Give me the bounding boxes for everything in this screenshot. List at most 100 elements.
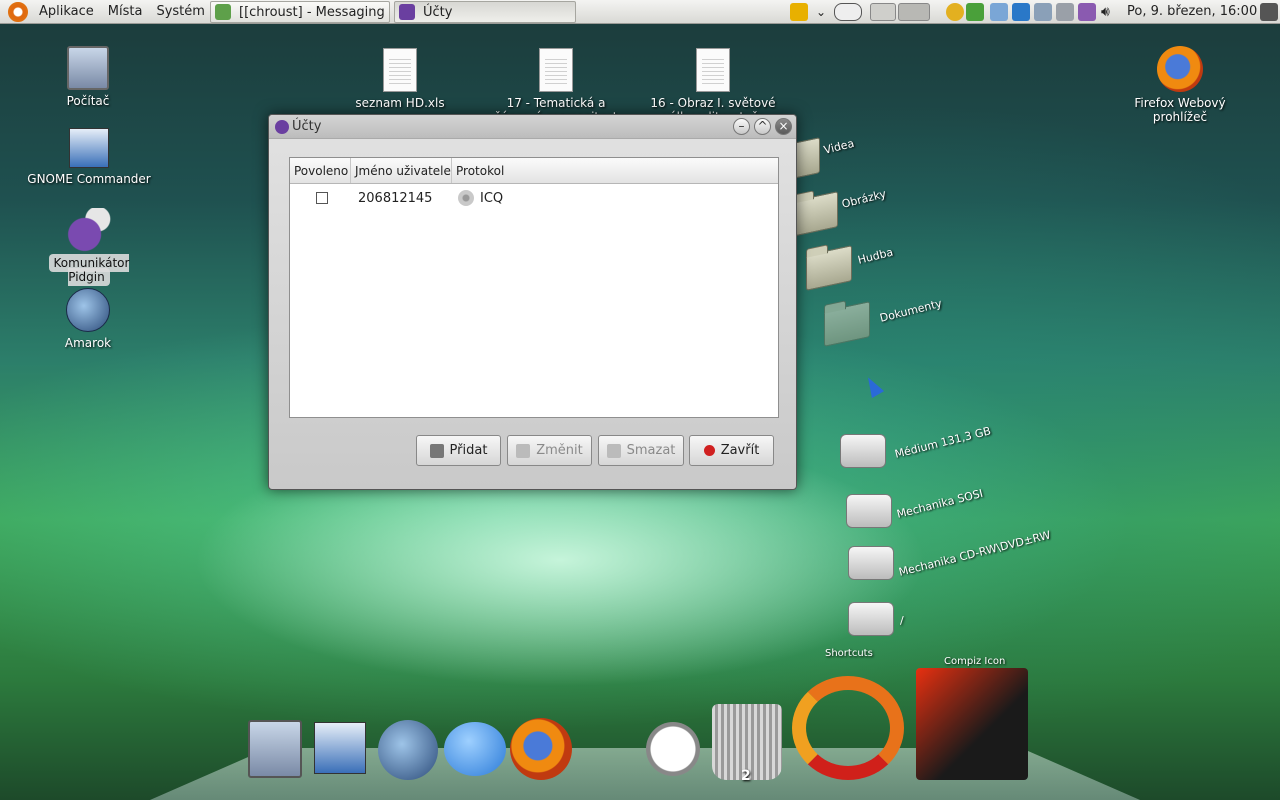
close-button-label: Zavřít — [720, 443, 760, 458]
amarok-icon — [66, 288, 110, 332]
desktop-icon-firefox[interactable]: Firefox Webový prohlížeč — [1130, 46, 1230, 124]
protocol-cell: ICQ — [480, 190, 504, 206]
desktop-icon-amarok[interactable]: Amarok — [58, 288, 118, 350]
add-button-label: Přidat — [449, 443, 488, 458]
folder-label-documents: Dokumenty — [878, 296, 944, 325]
workspace-1[interactable] — [870, 3, 896, 21]
folder-label-music: Hudba — [856, 245, 895, 267]
top-panel: Aplikace Místa Systém [[chroust] - Messa… — [0, 0, 1280, 24]
desktop-icon-label: Komunikátor Pidgin — [48, 254, 130, 286]
drive-label-medium: Médium 131,3 GB — [893, 424, 993, 461]
computer-icon — [67, 46, 109, 90]
desktop-icon-label: Firefox Webový prohlížeč — [1134, 96, 1226, 124]
document-icon — [539, 48, 573, 92]
download-icon[interactable] — [990, 3, 1008, 21]
network-icon[interactable] — [1012, 3, 1030, 21]
menu-applications[interactable]: Aplikace — [36, 4, 97, 19]
desktop-icon-label: Počítač — [66, 94, 110, 108]
power-icon[interactable] — [790, 3, 808, 21]
dock-compiz-icon[interactable] — [916, 668, 1028, 780]
desktop-file-label: seznam HD.xls — [355, 96, 445, 110]
folder-icon-music[interactable] — [806, 245, 852, 291]
chat-icon — [215, 4, 231, 20]
folder-icon-documents[interactable] — [824, 301, 870, 347]
file-manager-icon — [69, 128, 109, 168]
dock-file-manager-icon[interactable] — [314, 722, 366, 774]
workspace-2[interactable] — [898, 3, 930, 21]
drive-label-cdrom: Mechanika CD-RW\DVD±RW — [897, 528, 1052, 579]
column-header-protocol[interactable]: Protokol — [452, 158, 778, 183]
desktop-icon-gnome-commander[interactable]: GNOME Commander — [26, 128, 152, 186]
taskbar-item-accounts[interactable]: Účty — [394, 1, 576, 23]
drive-icon-cdrom[interactable] — [848, 546, 894, 580]
drive-icon-sosi[interactable] — [846, 494, 892, 528]
firefox-icon — [1157, 46, 1203, 92]
dock-video-chat-icon[interactable] — [444, 722, 506, 776]
monitor-icon[interactable] — [1034, 3, 1052, 21]
eyes-icon — [834, 3, 862, 21]
drive-label-root: / — [900, 614, 904, 627]
pidgin-icon — [67, 208, 111, 252]
column-header-enabled[interactable]: Povoleno — [290, 158, 351, 183]
maximize-button[interactable]: ^ — [754, 118, 771, 135]
add-button[interactable]: Přidat — [416, 435, 501, 466]
desktop-icon-label: Amarok — [64, 336, 112, 350]
taskbar-item-label: Účty — [423, 4, 453, 20]
column-header-username[interactable]: Jméno uživatele — [351, 158, 452, 183]
window-title: Účty — [292, 119, 322, 134]
desktop-icon-computer[interactable]: Počítač — [58, 46, 118, 108]
table-row[interactable]: 206812145 ICQ — [290, 184, 778, 212]
pidgin-tray-icon[interactable] — [966, 3, 984, 21]
username-cell: 206812145 — [358, 190, 433, 206]
drive-icon-medium[interactable] — [840, 434, 886, 468]
printer-icon[interactable] — [1056, 3, 1074, 21]
pidgin-icon — [275, 120, 289, 134]
compiz-icon-label: Compiz Icon — [944, 656, 1006, 667]
list-header: Povoleno Jméno uživatele Protokol — [290, 158, 778, 184]
desktop-file-doc-16[interactable]: 16 - Obraz I. světové války v literatuře — [648, 48, 778, 114]
menu-system[interactable]: Systém — [153, 4, 207, 19]
dock-amarok-icon[interactable] — [378, 720, 438, 780]
accounts-list[interactable]: Povoleno Jméno uživatele Protokol 206812… — [289, 157, 779, 418]
stop-icon — [703, 445, 715, 456]
desktop-file-label: 17 - Tematická a žánrová rozmanitost mez… — [495, 96, 618, 114]
trash-count-badge: 2 — [741, 768, 751, 784]
clock[interactable]: Po, 9. březen, 16:00 — [1127, 4, 1257, 19]
window-titlebar[interactable]: Účty – ^ × — [269, 115, 796, 139]
folder-label-pictures: Obrázky — [840, 187, 888, 211]
notes-icon[interactable] — [946, 3, 964, 21]
close-window-button[interactable]: × — [775, 118, 792, 135]
icq-flower-icon — [458, 190, 474, 206]
desktop-icon-pidgin[interactable]: Komunikátor Pidgin — [26, 208, 152, 286]
taskbar-item-label: [[chroust] - Messaging … — [239, 4, 390, 20]
desktop-file-doc-17[interactable]: 17 - Tematická a žánrová rozmanitost mez… — [492, 48, 620, 114]
delete-button[interactable]: Smazat — [598, 435, 684, 466]
enabled-checkbox[interactable] — [316, 192, 328, 204]
dock-computer-icon[interactable] — [248, 720, 302, 778]
desktop-file-xls[interactable]: seznam HD.xls — [350, 48, 450, 110]
dock-ubuntu-icon[interactable] — [792, 676, 904, 780]
pidgin-icon — [399, 4, 415, 20]
mouse-cursor-icon — [861, 373, 885, 399]
ubuntu-logo-icon[interactable] — [8, 1, 28, 22]
folder-label-videos: Videa — [822, 136, 856, 157]
minimize-button[interactable]: – — [733, 118, 750, 135]
shortcuts-label: Shortcuts — [825, 648, 873, 659]
dock-firefox-icon[interactable] — [510, 718, 572, 780]
folder-icon-pictures[interactable] — [792, 191, 838, 237]
add-icon — [429, 443, 444, 458]
drive-icon-root[interactable] — [848, 602, 894, 636]
dock-clock-icon[interactable] — [646, 722, 700, 776]
chevron-down-icon[interactable]: ⌄ — [816, 3, 834, 21]
modify-button[interactable]: Změnit — [507, 435, 592, 466]
close-button[interactable]: Zavřít — [689, 435, 774, 466]
volume-icon[interactable]: 🔊︎ — [1101, 3, 1119, 21]
trash-icon — [606, 443, 621, 458]
settings-icon[interactable] — [1078, 3, 1096, 21]
shutdown-icon[interactable] — [1260, 3, 1278, 21]
desktop-file-label: 16 - Obraz I. světové války v literatuře — [650, 96, 776, 114]
taskbar-item-messaging[interactable]: [[chroust] - Messaging … — [210, 1, 390, 23]
drive-label-sosi: Mechanika SOSI — [895, 486, 985, 521]
edit-icon — [516, 443, 531, 458]
menu-places[interactable]: Místa — [105, 4, 146, 19]
